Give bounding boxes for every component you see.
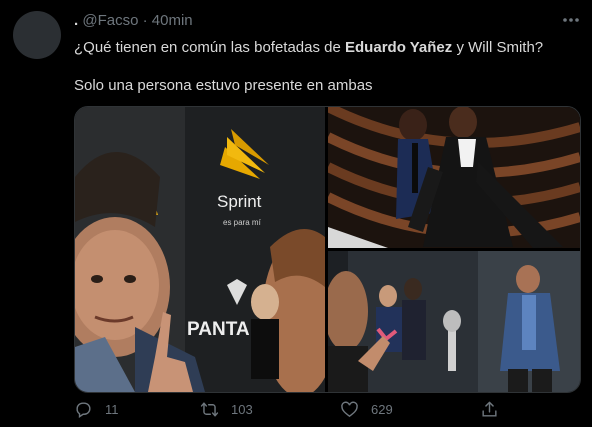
separator: · xyxy=(142,12,148,29)
share-icon xyxy=(482,401,497,417)
tweet-line-1: ¿Qué tienen en común las bofetadas de Ed… xyxy=(74,38,574,58)
media-photo-interview[interactable]: Sprint es para mí A PANTA xyxy=(75,107,325,392)
reply-count: 11 xyxy=(105,402,119,417)
share-button[interactable] xyxy=(480,400,499,419)
tweet-text: ¿Qué tienen en común las bofetadas de Ed… xyxy=(74,38,574,96)
retweet-button[interactable]: 103 xyxy=(200,400,253,419)
more-icon[interactable] xyxy=(561,10,581,30)
tweet-line-2: Solo una persona estuvo presente en amba… xyxy=(74,77,373,94)
like-count: 629 xyxy=(371,402,393,417)
sprint-tagline: es para mí xyxy=(223,218,262,227)
text-part-2: y Will Smith? xyxy=(452,39,544,56)
sprint-logo-text: Sprint xyxy=(217,192,262,211)
text-part-1: ¿Qué tienen en común las bofetadas de xyxy=(74,39,346,56)
handle[interactable]: @Facso xyxy=(82,12,138,29)
retweet-icon xyxy=(200,402,219,417)
media-grid[interactable]: Sprint es para mí A PANTA xyxy=(74,106,581,393)
reply-button[interactable]: 11 xyxy=(74,400,119,419)
reply-icon xyxy=(76,402,91,418)
tweet-header: . @Facso · 40min xyxy=(74,12,193,30)
retweet-count: 103 xyxy=(231,402,253,417)
action-bar: 11 103 629 xyxy=(74,400,574,424)
media-photo-crowd[interactable] xyxy=(328,251,580,392)
display-name[interactable]: . xyxy=(74,12,78,29)
text-bold-name: Eduardo Yañez xyxy=(345,39,453,56)
like-button[interactable]: 629 xyxy=(340,400,393,419)
pantaya-logo-text: PANTA xyxy=(187,319,250,340)
media-photo-stage[interactable] xyxy=(328,107,580,248)
timestamp[interactable]: 40min xyxy=(152,12,193,29)
like-icon xyxy=(341,401,358,418)
avatar[interactable] xyxy=(13,11,61,59)
